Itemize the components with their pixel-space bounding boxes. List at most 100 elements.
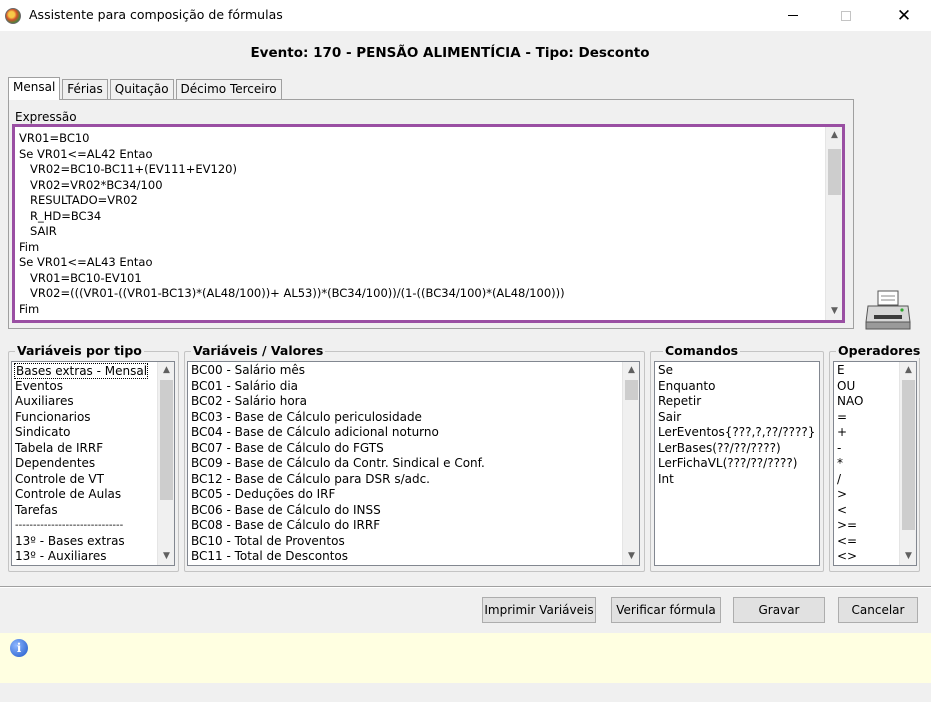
list-item[interactable]: BC03 - Base de Cálculo periculosidade [190, 410, 485, 426]
expression-line: Fim [19, 301, 40, 316]
list-item[interactable]: Repetir [657, 394, 815, 410]
expression-line: VR02=(((VR01-((VR01-BC13)*(AL48/100))+ A… [19, 286, 565, 300]
scroll-down-icon[interactable]: ▼ [826, 303, 843, 320]
list-item[interactable]: Dependentes [14, 456, 148, 472]
scroll-down-icon[interactable]: ▼ [900, 548, 916, 565]
list-item[interactable]: BC02 - Salário hora [190, 394, 485, 410]
scroll-down-icon[interactable]: ▼ [158, 548, 174, 565]
list-item[interactable]: Funcionarios [14, 410, 148, 426]
list-item[interactable]: BC12 - Base de Cálculo para DSR s/adc. [190, 472, 485, 488]
list-item[interactable]: Auxiliares [14, 394, 148, 410]
gravar-button[interactable]: Gravar [733, 597, 825, 623]
list-item[interactable]: BC11 - Total de Descontos [190, 549, 485, 565]
list-item[interactable]: = [836, 410, 863, 426]
list-item[interactable]: BC05 - Deduções do IRF [190, 487, 485, 503]
expression-line: VR01=BC10-EV101 [19, 270, 142, 285]
list-item[interactable]: > [836, 487, 863, 503]
operadores-scrollbar[interactable]: ▲ ▼ [899, 362, 916, 565]
expression-line: Se VR01<=AL43 Entao [19, 255, 153, 269]
operadores-list[interactable]: E OU NAO = + - * / > < >= <= <> ▲ ▼ [833, 361, 917, 566]
expression-line: VR02=VR02*BC34/100 [19, 177, 163, 192]
list-item[interactable]: OU [836, 379, 863, 395]
separator [0, 586, 931, 588]
list-item[interactable]: Controle de VT [14, 472, 148, 488]
comandos-list[interactable]: Se Enquanto Repetir Sair LerEventos{???,… [654, 361, 820, 566]
list-item[interactable]: LerEventos{???,?,??/????} [657, 425, 815, 441]
variaveis-por-tipo-list[interactable]: Bases extras - Mensal Eventos Auxiliares… [11, 361, 175, 566]
close-button[interactable]: ✕ [881, 0, 927, 31]
scroll-thumb[interactable] [902, 380, 915, 530]
list-item[interactable]: BC01 - Salário dia [190, 379, 485, 395]
list-item[interactable]: Bases extras - Mensal [14, 363, 149, 379]
scroll-thumb[interactable] [160, 380, 173, 500]
minimize-button[interactable] [770, 0, 816, 31]
minimize-icon [788, 15, 798, 16]
list-item[interactable]: BC10 - Total de Proventos [190, 534, 485, 550]
variaveis-valores-scrollbar[interactable]: ▲ ▼ [622, 362, 639, 565]
list-item[interactable]: BC04 - Base de Cálculo adicional noturno [190, 425, 485, 441]
list-item[interactable]: 13º - Auxiliares [14, 549, 148, 565]
list-item[interactable]: BC07 - Base de Cálculo do FGTS [190, 441, 485, 457]
expression-editor[interactable]: VR01=BC10 Se VR01<=AL42 Entao VR02=BC10-… [12, 124, 845, 323]
expression-line: R_HD=BC34 [19, 208, 102, 223]
list-item[interactable]: Sair [657, 410, 815, 426]
list-item[interactable]: <> [836, 549, 863, 565]
cancelar-button[interactable]: Cancelar [838, 597, 918, 623]
expression-scrollbar[interactable]: ▲ ▼ [825, 127, 842, 320]
info-bar: i [0, 633, 931, 683]
operadores-label: Operadores [836, 343, 923, 358]
tab-mensal[interactable]: Mensal [8, 77, 61, 100]
list-item[interactable]: LerBases(??/??/????) [657, 441, 815, 457]
list-item[interactable]: BC08 - Base de Cálculo do IRRF [190, 518, 485, 534]
scroll-down-icon[interactable]: ▼ [623, 548, 639, 565]
verificar-formula-button[interactable]: Verificar fórmula [611, 597, 721, 623]
scroll-thumb[interactable] [625, 380, 638, 400]
scroll-up-icon[interactable]: ▲ [826, 127, 843, 144]
maximize-icon [841, 10, 851, 21]
list-item[interactable]: 13º - Bases extras [14, 534, 148, 550]
list-item[interactable]: BC06 - Base de Cálculo do INSS [190, 503, 485, 519]
comandos-label: Comandos [663, 343, 741, 358]
tab-quitacao[interactable]: Quitação [109, 79, 174, 99]
scroll-up-icon[interactable]: ▲ [900, 362, 916, 379]
tab-decimo-terceiro[interactable]: Décimo Terceiro [175, 79, 282, 99]
list-item[interactable]: LerFichaVL(???/??/????) [657, 456, 815, 472]
list-item[interactable]: Enquanto [657, 379, 815, 395]
scroll-thumb[interactable] [828, 149, 841, 195]
scroll-up-icon[interactable]: ▲ [623, 362, 639, 379]
info-icon: i [10, 639, 28, 657]
list-item[interactable]: + [836, 425, 863, 441]
list-item[interactable]: Controle de Aulas [14, 487, 148, 503]
variaveis-por-tipo-scrollbar[interactable]: ▲ ▼ [157, 362, 174, 565]
title-bar: Assistente para composição de fórmulas ✕ [0, 0, 931, 31]
list-item[interactable]: Tabela de IRRF [14, 441, 148, 457]
list-item[interactable]: BC09 - Base de Cálculo da Contr. Sindica… [190, 456, 485, 472]
list-item[interactable]: <= [836, 534, 863, 550]
tab-strip: Mensal Férias Quitação Décimo Terceiro [8, 77, 284, 100]
list-item[interactable]: NAO [836, 394, 863, 410]
list-item[interactable]: Se [657, 363, 815, 379]
list-item[interactable]: Sindicato [14, 425, 148, 441]
variaveis-valores-label: Variáveis / Valores [191, 343, 326, 358]
list-item[interactable]: < [836, 503, 863, 519]
list-separator: ------------------------------ [15, 520, 124, 531]
list-item[interactable]: Eventos [14, 379, 148, 395]
expression-line: RESULTADO=VR02 [19, 193, 138, 207]
variaveis-valores-list[interactable]: BC00 - Salário mês BC01 - Salário dia BC… [187, 361, 640, 566]
window-title: Assistente para composição de fórmulas [29, 7, 283, 22]
expression-line: VR01=BC10 [19, 131, 90, 145]
list-item[interactable]: Int [657, 472, 815, 488]
list-item[interactable]: BC00 - Salário mês [190, 363, 485, 379]
list-item[interactable]: >= [836, 518, 863, 534]
list-item[interactable]: - [836, 441, 863, 457]
tab-ferias[interactable]: Férias [62, 79, 108, 99]
list-item[interactable]: E [836, 363, 863, 379]
expression-line: SAIR [19, 224, 57, 238]
imprimir-variaveis-button[interactable]: Imprimir Variáveis [482, 597, 596, 623]
print-button[interactable] [864, 288, 912, 332]
list-item[interactable]: / [836, 472, 863, 488]
list-item[interactable]: * [836, 456, 863, 472]
printer-icon [865, 290, 911, 330]
list-item[interactable]: Tarefas [14, 503, 148, 519]
scroll-up-icon[interactable]: ▲ [158, 362, 174, 379]
